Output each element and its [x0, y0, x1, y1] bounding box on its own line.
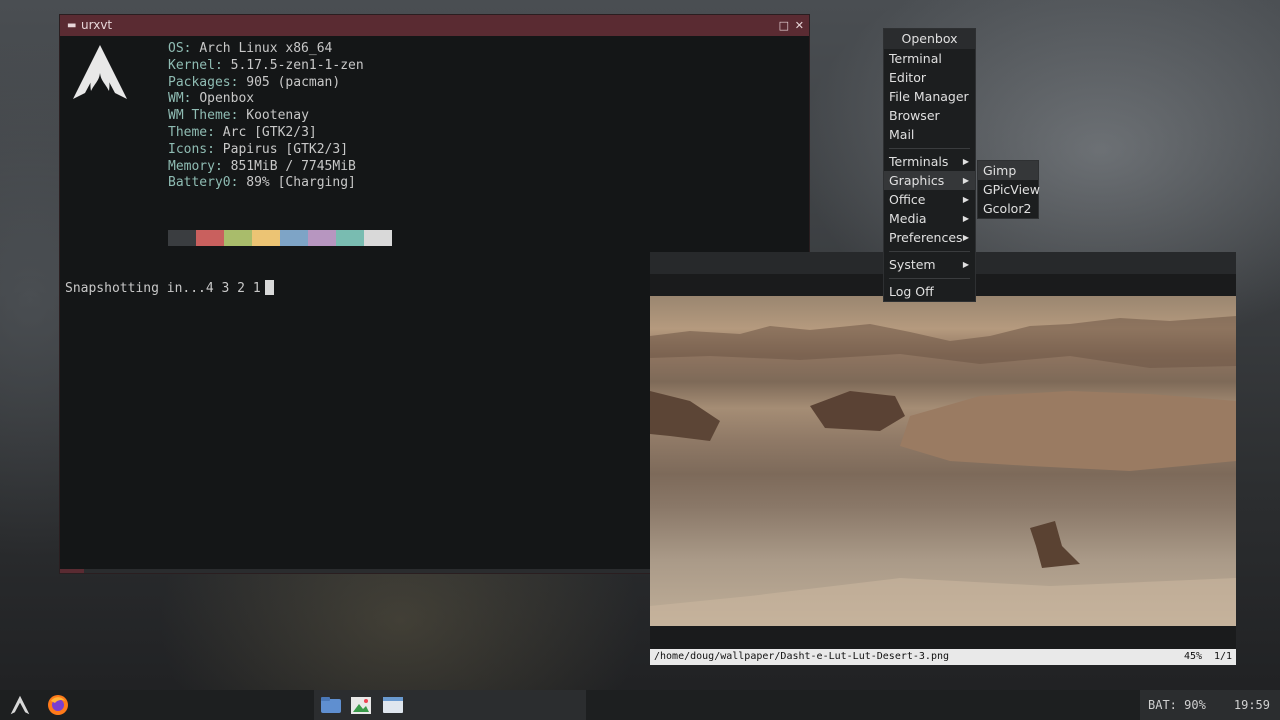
image-path: /home/doug/wallpaper/Dasht-e-Lut-Lut-Des… [654, 651, 950, 662]
submenu-item-gcolor2[interactable]: Gcolor2 [978, 199, 1038, 218]
menu-separator [884, 247, 975, 255]
viewer-status-bar: /home/doug/wallpaper/Dasht-e-Lut-Lut-Des… [650, 649, 1236, 665]
menu-item-graphics[interactable]: Graphics ▶ [884, 171, 975, 190]
info-line: WM: Openbox [168, 91, 255, 107]
taskbar: BAT: 90% 19:59 [0, 690, 1280, 720]
info-line: Kernel: 5.17.5-zen1-1-zen [168, 57, 364, 73]
info-line: Theme: Arc [GTK2/3] [168, 124, 317, 140]
color-swatch [252, 230, 280, 246]
submenu-arrow-icon: ▶ [962, 214, 969, 223]
resize-grip-left[interactable] [60, 569, 84, 573]
info-line: Memory: 851MiB / 7745MiB [168, 158, 356, 174]
info-line: Battery0: 89% [Charging] [168, 175, 356, 191]
submenu-arrow-icon: ▶ [962, 195, 969, 204]
menu-item-preferences[interactable]: Preferences ▶ [884, 228, 975, 247]
desert-image [650, 316, 1236, 626]
menu-item-label: Terminals [889, 154, 949, 169]
menu-item-editor[interactable]: Editor [884, 68, 975, 87]
menu-item-label: Office [889, 192, 926, 207]
info-line: OS: Arch Linux x86_64 [168, 41, 333, 56]
menu-item-system[interactable]: System ▶ [884, 255, 975, 274]
menu-item-label: Graphics [889, 173, 945, 188]
menu-item-log-off[interactable]: Log Off [884, 282, 975, 301]
image-viewer-window[interactable]: /home/doug/wallpaper/Dasht-e-Lut-Lut-Des… [650, 252, 1236, 665]
task-list [314, 690, 586, 720]
color-swatch [224, 230, 252, 246]
zoom-level: 45% [1183, 651, 1202, 662]
desert-photo [650, 296, 1236, 626]
menu-title: Openbox [884, 29, 975, 49]
color-swatch [308, 230, 336, 246]
terminal-title: urxvt [81, 18, 113, 32]
window-menu-icon[interactable]: ▬ [67, 15, 76, 36]
system-tray: BAT: 90% 19:59 [1140, 690, 1280, 720]
terminal-title-bar[interactable]: ▬ urxvt □ ✕ [60, 15, 809, 36]
file-manager-task-icon[interactable] [318, 690, 344, 720]
info-line: Icons: Papirus [GTK2/3] [168, 141, 349, 157]
info-line: Packages: 905 (pacman) [168, 74, 341, 90]
menu-item-terminals[interactable]: Terminals ▶ [884, 152, 975, 171]
graphics-submenu[interactable]: Gimp GPicView Gcolor2 [977, 160, 1040, 219]
color-swatch [196, 230, 224, 246]
terminal-prompt: Snapshotting in...4 3 2 1 [65, 280, 274, 296]
firefox-icon[interactable] [44, 690, 72, 720]
submenu-arrow-icon: ▶ [962, 260, 969, 269]
submenu-item-gimp[interactable]: Gimp [978, 161, 1038, 180]
close-icon[interactable]: ✕ [795, 15, 804, 36]
color-swatch [280, 230, 308, 246]
clock[interactable]: 19:59 [1234, 690, 1270, 720]
terminal-task-icon[interactable] [380, 690, 406, 720]
menu-item-office[interactable]: Office ▶ [884, 190, 975, 209]
submenu-arrow-icon: ▶ [962, 233, 969, 242]
menu-item-media[interactable]: Media ▶ [884, 209, 975, 228]
submenu-item-gpicview[interactable]: GPicView [978, 180, 1040, 199]
menu-item-label: Media [889, 211, 927, 226]
battery-status: BAT: 90% [1148, 698, 1206, 712]
system-info: OS: Arch Linux x86_64 Kernel: 5.17.5-zen… [168, 41, 364, 192]
menu-item-label: System [889, 257, 936, 272]
menu-item-terminal[interactable]: Terminal [884, 49, 975, 68]
submenu-arrow-icon: ▶ [962, 176, 969, 185]
info-line: WM Theme: Kootenay [168, 108, 309, 124]
menu-item-mail[interactable]: Mail [884, 125, 975, 144]
color-swatch [168, 230, 196, 246]
color-swatch [364, 230, 392, 246]
menu-separator [884, 274, 975, 282]
color-swatch [336, 230, 364, 246]
color-palette [168, 230, 392, 246]
arch-logo-icon [73, 45, 127, 99]
image-viewer-task-icon[interactable] [348, 690, 374, 720]
submenu-arrow-icon: ▶ [962, 157, 969, 166]
menu-item-label: Preferences [889, 230, 963, 245]
arch-menu-icon[interactable] [6, 690, 34, 720]
image-count: 1/1 [1213, 651, 1232, 662]
menu-separator [884, 144, 975, 152]
maximize-icon[interactable]: □ [779, 15, 789, 36]
menu-item-file-manager[interactable]: File Manager [884, 87, 975, 106]
openbox-root-menu[interactable]: Openbox Terminal Editor File Manager Bro… [883, 28, 976, 302]
menu-item-browser[interactable]: Browser [884, 106, 975, 125]
text-cursor [264, 280, 274, 295]
